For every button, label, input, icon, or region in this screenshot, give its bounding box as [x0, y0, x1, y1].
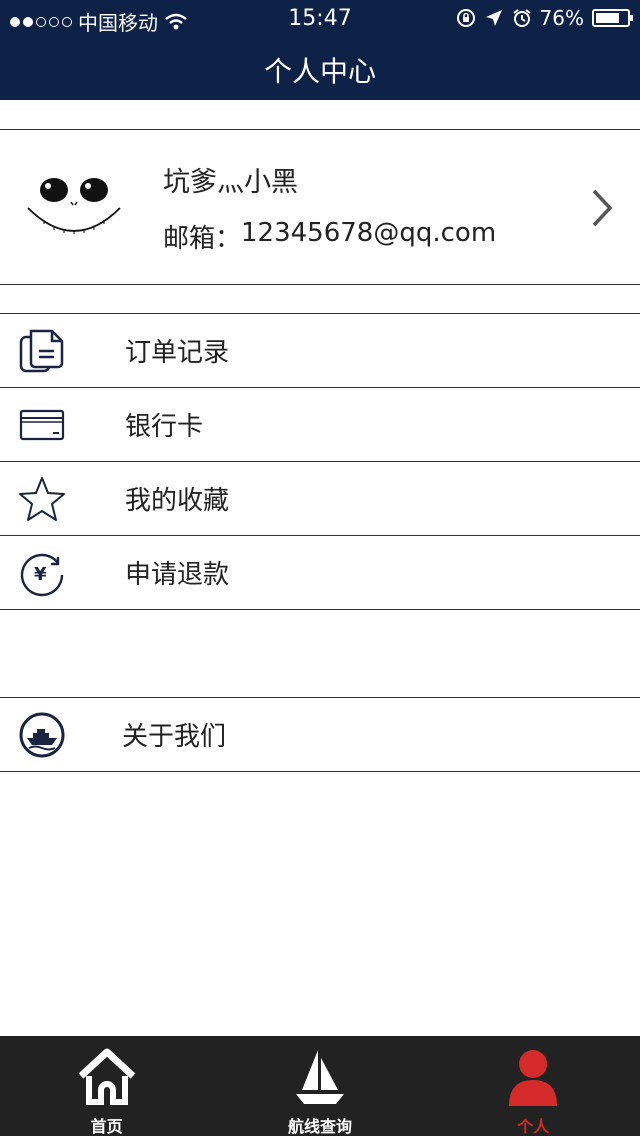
ship-icon: [18, 711, 66, 759]
home-icon: [78, 1048, 136, 1105]
tab-routes[interactable]: 航线查询: [213, 1036, 426, 1136]
battery-percent: 76%: [539, 6, 584, 30]
menu-item-refund[interactable]: ¥ 申请退款: [0, 536, 640, 610]
svg-text:¥: ¥: [34, 564, 47, 585]
avatar: [27, 178, 121, 234]
email-row: 邮箱： 12345678@qq.com: [163, 218, 496, 255]
menu-list: 订单记录 银行卡 我的收藏 ¥ 申请退款: [0, 313, 640, 610]
menu-item-label: 关于我们: [122, 722, 227, 752]
page-title: 个人中心: [263, 55, 376, 88]
menu-item-label: 申请退款: [125, 560, 230, 590]
tab-label: 首页: [90, 1117, 123, 1136]
status-bar: 中国移动 15:47 76%: [0, 0, 640, 40]
menu-item-bank-card[interactable]: 银行卡: [0, 388, 640, 462]
email-label: 邮箱：: [163, 224, 242, 254]
menu-item-label: 订单记录: [125, 338, 230, 368]
orientation-lock-icon: [456, 9, 475, 27]
alarm-icon: [512, 9, 531, 27]
tab-home[interactable]: 首页: [0, 1036, 213, 1136]
tab-personal[interactable]: 个人: [427, 1036, 640, 1136]
menu-item-orders[interactable]: 订单记录: [0, 314, 640, 388]
menu-item-label: 银行卡: [125, 412, 204, 442]
username: 坑爹灬小黑: [163, 167, 298, 198]
refund-icon: ¥: [18, 549, 66, 597]
tab-label: 个人: [517, 1117, 550, 1136]
chevron-right-icon: [592, 189, 613, 227]
battery-icon: [592, 9, 633, 27]
menu-item-favorites[interactable]: 我的收藏: [0, 462, 640, 536]
menu-item-label: 我的收藏: [125, 486, 230, 516]
person-icon: [509, 1050, 558, 1106]
star-icon: [18, 475, 66, 523]
status-right: 76%: [456, 6, 633, 30]
tab-bar: 首页 航线查询 个人: [0, 1036, 640, 1136]
about-menu: 关于我们: [0, 697, 640, 772]
bank-card-icon: [18, 401, 66, 449]
menu-item-about[interactable]: 关于我们: [0, 698, 640, 772]
orders-icon: [18, 327, 66, 375]
location-arrow-icon: [485, 10, 502, 26]
email-value: 12345678@qq.com: [241, 218, 497, 248]
nav-bar: 个人中心: [0, 40, 640, 100]
tab-label: 航线查询: [287, 1117, 352, 1136]
sailboat-icon: [295, 1050, 344, 1104]
profile-card[interactable]: 坑爹灬小黑 邮箱： 12345678@qq.com: [0, 129, 640, 285]
